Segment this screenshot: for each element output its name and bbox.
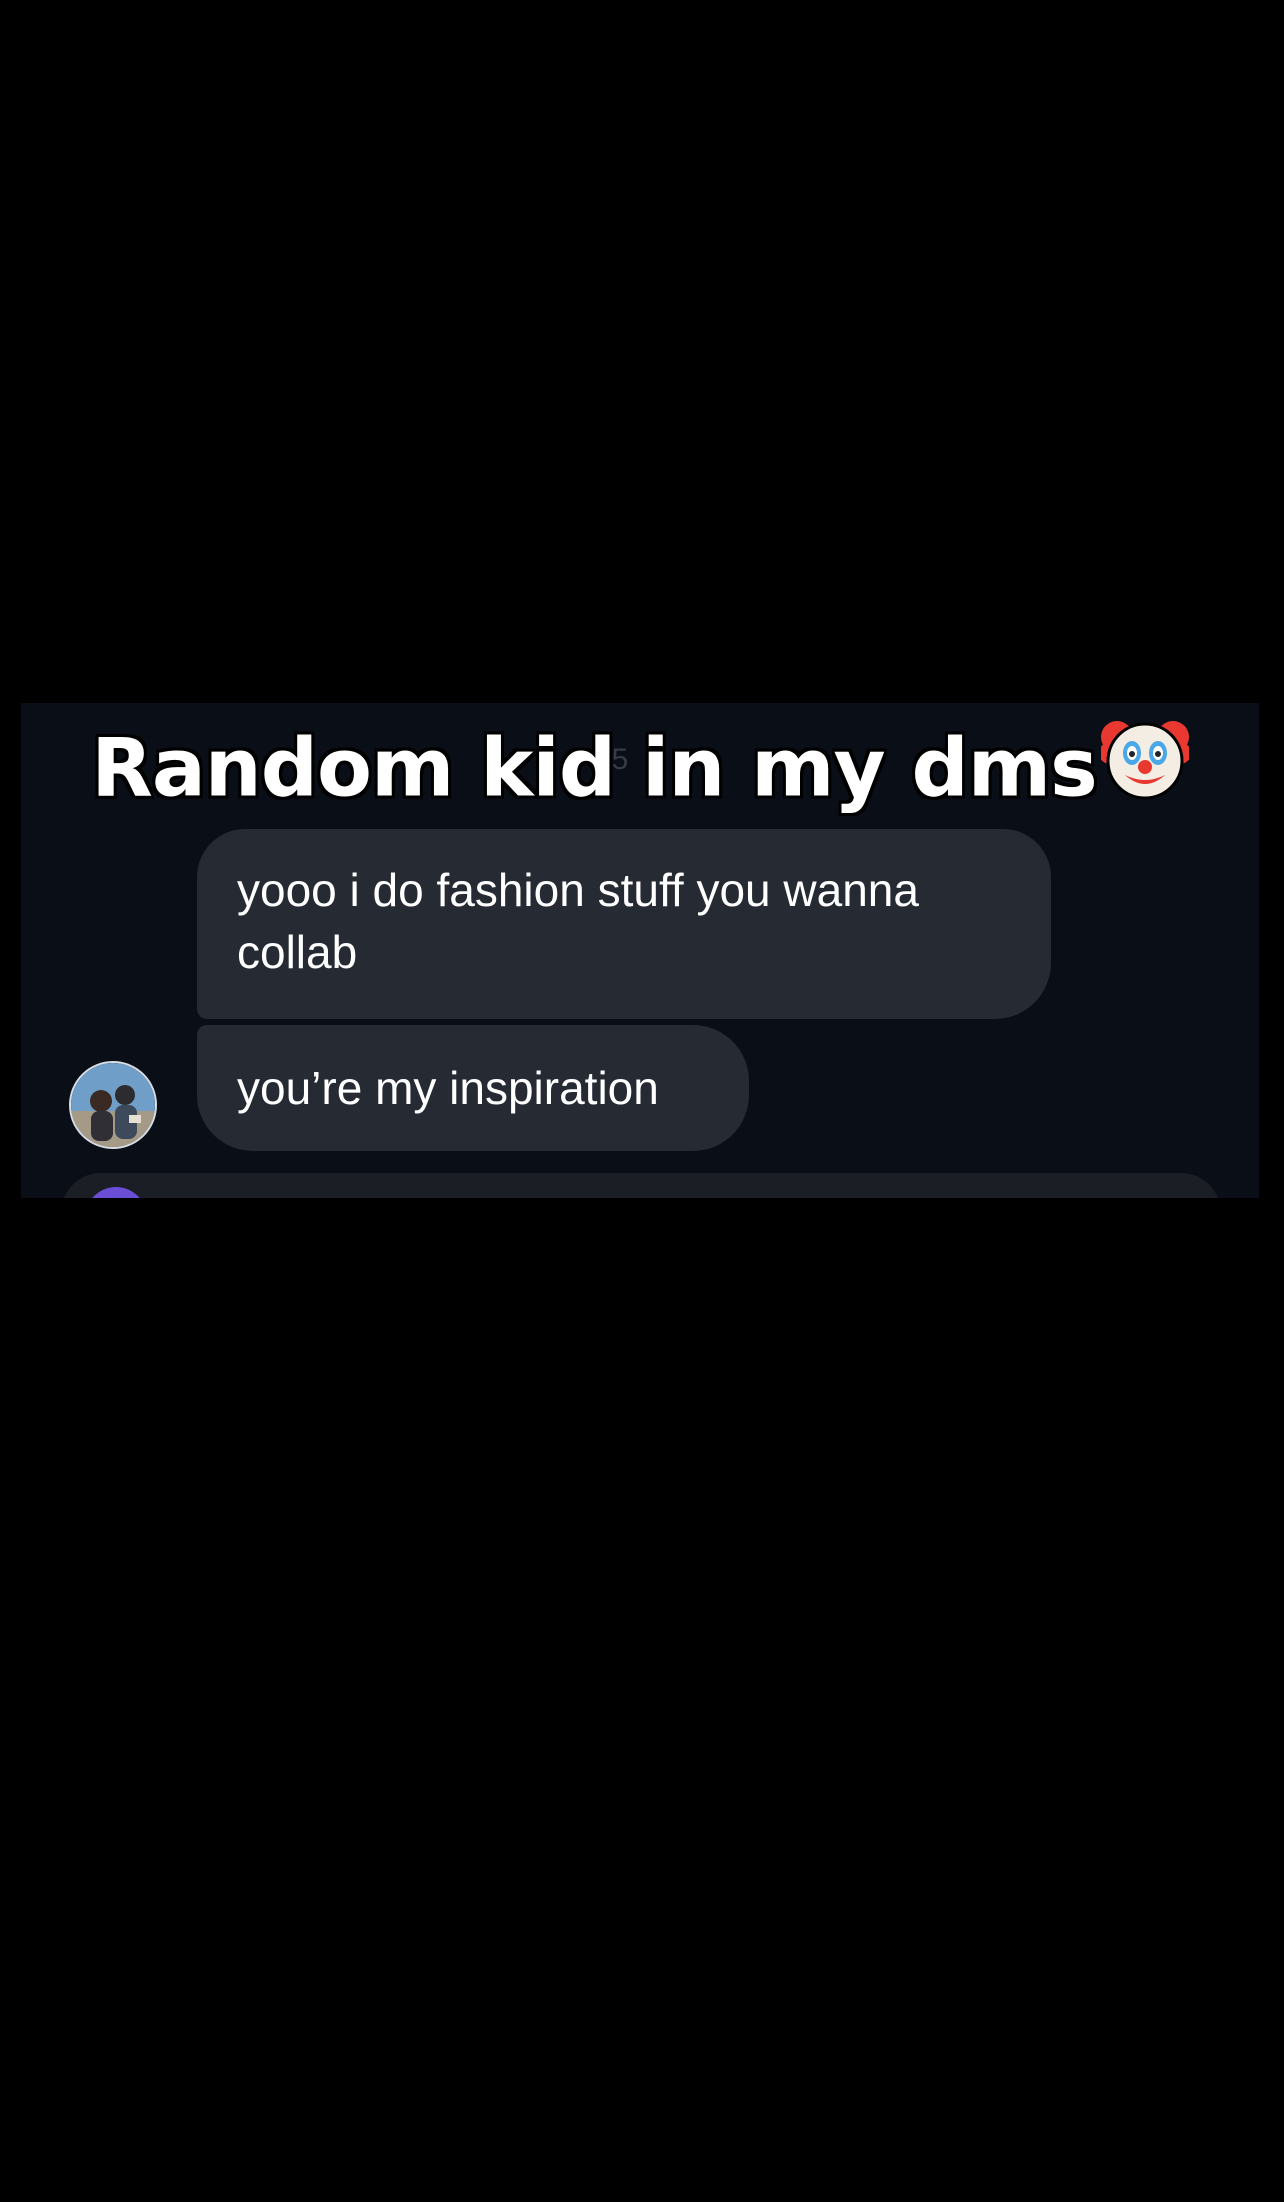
message-text-2: you’re my inspiration: [237, 1062, 659, 1114]
caption-text: Random kid in my dms: [91, 721, 1098, 815]
message-bubble-2[interactable]: you’re my inspiration: [197, 1025, 749, 1151]
sender-avatar[interactable]: [69, 1061, 157, 1149]
message-text-1: yooo i do fashion stuff you wanna collab: [237, 864, 919, 978]
clown-face-icon: [1098, 713, 1191, 822]
message-composer[interactable]: [61, 1173, 1221, 1198]
avatar-photo: [71, 1063, 155, 1147]
video-caption: Random kid in my dms: [21, 719, 1259, 828]
dm-screenshot: 35 Random kid in my dms yooo i do fashio…: [21, 703, 1259, 1198]
message-bubble-1[interactable]: yooo i do fashion stuff you wanna collab: [197, 829, 1051, 1019]
